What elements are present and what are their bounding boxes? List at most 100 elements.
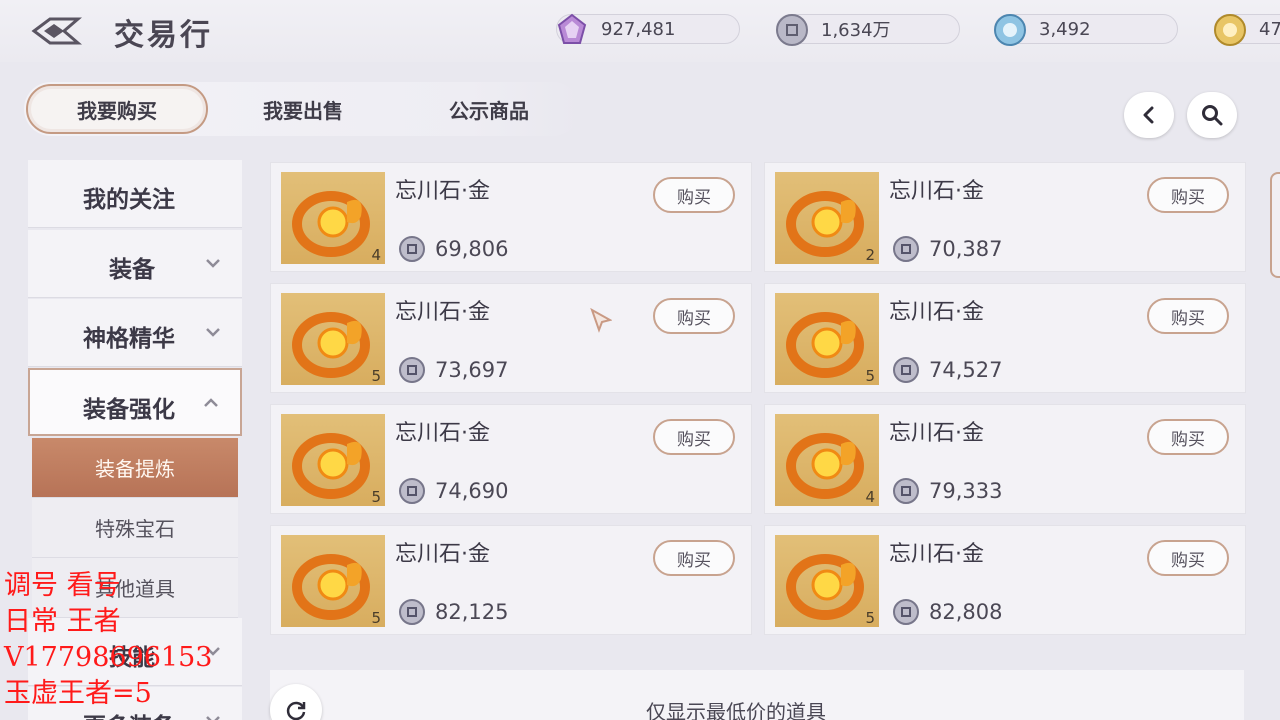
item-card[interactable]: 4 忘川石·金 69,806 购买	[270, 162, 752, 272]
tab-buy[interactable]: 我要购买	[26, 84, 208, 134]
top-bar: 交易行 927,481 1,634万 3,492 478	[0, 0, 1280, 62]
overlay-line: V17798696153	[4, 642, 213, 673]
search-button[interactable]	[1187, 92, 1237, 138]
blue-coin-icon	[994, 14, 1026, 46]
currency-gold: 478	[1214, 14, 1280, 46]
item-quantity: 5	[371, 488, 381, 506]
side-panel-handle[interactable]	[1270, 172, 1280, 278]
item-thumbnail: 5	[281, 535, 385, 627]
tab-sell[interactable]: 我要出售	[218, 82, 388, 136]
item-name: 忘川石·金	[395, 542, 490, 567]
buy-button[interactable]: 购买	[653, 177, 735, 213]
silver-coin-icon	[776, 14, 808, 46]
sidebar-item-equipment[interactable]: 装备	[28, 230, 242, 298]
item-name: 忘川石·金	[889, 421, 984, 446]
item-thumbnail: 5	[281, 414, 385, 506]
currency-silver: 1,634万	[776, 14, 960, 46]
item-quantity: 5	[371, 367, 381, 385]
item-card[interactable]: 4 忘川石·金 79,333 购买	[764, 404, 1246, 514]
item-thumbnail: 5	[281, 293, 385, 385]
item-price: 73,697	[435, 358, 509, 382]
item-thumbnail: 4	[775, 414, 879, 506]
silver-coin-icon	[399, 478, 425, 504]
item-thumbnail: 5	[775, 293, 879, 385]
currency-value: 927,481	[601, 18, 676, 40]
item-name: 忘川石·金	[889, 300, 984, 325]
crystal-icon	[557, 13, 587, 44]
gold-stone-icon	[786, 554, 864, 620]
silver-coin-icon	[893, 478, 919, 504]
item-card[interactable]: 5 忘川石·金 74,527 购买	[764, 283, 1246, 393]
sidebar-item-label: 装备强化	[83, 397, 175, 423]
gold-stone-icon	[292, 191, 370, 257]
currency-blue: 3,492	[994, 14, 1178, 46]
item-name: 忘川石·金	[889, 542, 984, 567]
gold-stone-icon	[786, 433, 864, 499]
item-quantity: 5	[865, 609, 875, 627]
refresh-button[interactable]	[270, 684, 322, 720]
item-quantity: 2	[865, 246, 875, 264]
item-card[interactable]: 5 忘川石·金 82,808 购买	[764, 525, 1246, 635]
mouse-cursor-icon	[590, 308, 612, 333]
item-price: 74,690	[435, 479, 509, 503]
overlay-text: 调号 看号 日常 王者 V17798696153 玉虚王者=5	[4, 568, 212, 712]
item-quantity: 4	[865, 488, 875, 506]
item-name: 忘川石·金	[889, 179, 984, 204]
sidebar-item-label: 装备	[109, 257, 155, 283]
lowest-price-filter-label[interactable]: 仅显示最低价的道具	[646, 696, 826, 720]
item-card[interactable]: 5 忘川石·金 73,697 购买	[270, 283, 752, 393]
sidebar-item-label: 神格精华	[83, 326, 175, 352]
search-icon	[1202, 105, 1223, 126]
item-quantity: 5	[371, 609, 381, 627]
back-arrow-icon	[31, 17, 82, 45]
buy-button[interactable]: 购买	[653, 419, 735, 455]
gold-stone-icon	[292, 554, 370, 620]
currency-value: 478	[1259, 18, 1280, 40]
sidebar-item-favorites[interactable]: 我的关注	[28, 160, 242, 228]
market-tabs: 我要购买 我要出售 公示商品	[24, 82, 580, 136]
buy-button[interactable]: 购买	[1147, 419, 1229, 455]
currency-crystal: 927,481	[556, 13, 740, 44]
collapse-button[interactable]	[1124, 92, 1174, 138]
silver-coin-icon	[399, 357, 425, 383]
buy-button[interactable]: 购买	[1147, 298, 1229, 334]
item-thumbnail: 5	[775, 535, 879, 627]
item-thumbnail: 2	[775, 172, 879, 264]
silver-coin-icon	[893, 236, 919, 262]
overlay-line: 日常 王者	[4, 606, 121, 637]
item-price: 74,527	[929, 358, 1003, 382]
gold-stone-icon	[786, 191, 864, 257]
silver-coin-icon	[893, 599, 919, 625]
sidebar-item-enhancement[interactable]: 装备强化	[28, 368, 242, 436]
item-quantity: 5	[865, 367, 875, 385]
buy-button[interactable]: 购买	[653, 540, 735, 576]
item-card[interactable]: 2 忘川石·金 70,387 购买	[764, 162, 1246, 272]
buy-button[interactable]: 购买	[1147, 540, 1229, 576]
overlay-line: 调号 看号	[4, 570, 121, 601]
back-button[interactable]	[28, 12, 84, 50]
item-price: 79,333	[929, 479, 1003, 503]
item-price: 82,808	[929, 600, 1003, 624]
tab-public-listing[interactable]: 公示商品	[404, 82, 574, 136]
silver-coin-icon	[399, 599, 425, 625]
gold-coin-icon	[1214, 14, 1246, 46]
sidebar-item-divine-essence[interactable]: 神格精华	[28, 299, 242, 367]
chevron-down-icon	[206, 328, 220, 337]
chevron-left-icon	[1143, 106, 1154, 124]
page-title: 交易行	[114, 18, 213, 53]
subcategory-special-gem[interactable]: 特殊宝石	[32, 498, 238, 558]
item-quantity: 4	[371, 246, 381, 264]
subcategory-equipment-refine[interactable]: 装备提炼	[32, 438, 238, 498]
buy-button[interactable]: 购买	[1147, 177, 1229, 213]
chevron-up-icon	[204, 398, 218, 407]
item-card[interactable]: 5 忘川石·金 74,690 购买	[270, 404, 752, 514]
gold-stone-icon	[786, 312, 864, 378]
item-name: 忘川石·金	[395, 300, 490, 325]
silver-coin-icon	[893, 357, 919, 383]
buy-button[interactable]: 购买	[653, 298, 735, 334]
gold-stone-icon	[292, 433, 370, 499]
refresh-icon	[286, 701, 306, 720]
item-thumbnail: 4	[281, 172, 385, 264]
item-card[interactable]: 5 忘川石·金 82,125 购买	[270, 525, 752, 635]
currency-value: 1,634万	[821, 20, 891, 41]
